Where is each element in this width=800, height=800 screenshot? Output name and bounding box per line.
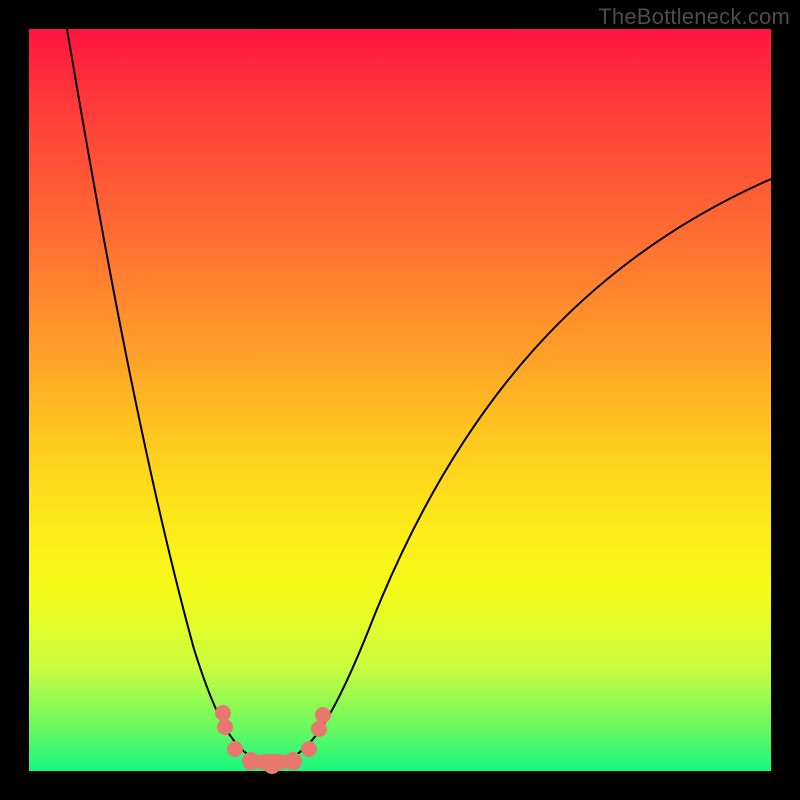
chart-container: TheBottleneck.com	[0, 0, 800, 800]
watermark-text: TheBottleneck.com	[598, 4, 790, 30]
curve-path	[67, 29, 771, 763]
bottleneck-curve	[29, 29, 771, 771]
plot-area	[29, 29, 771, 771]
